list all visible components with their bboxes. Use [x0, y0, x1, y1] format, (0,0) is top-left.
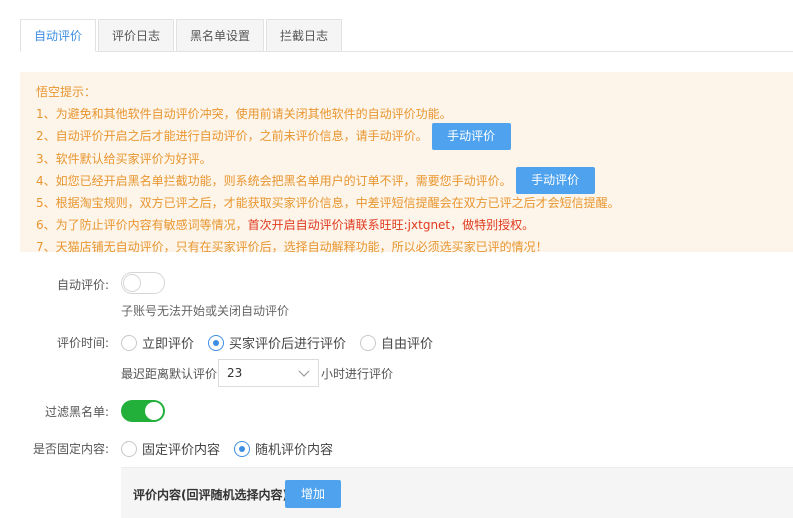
- filter-blacklist-toggle[interactable]: [121, 400, 165, 422]
- radio-after-buyer-review[interactable]: 买家评价后进行评价: [208, 333, 346, 352]
- radio-circle: [121, 440, 137, 457]
- tab-divider: [20, 51, 793, 52]
- add-content-button[interactable]: 增加: [285, 480, 341, 508]
- tip-line-6-text: 6、为了防止评价内容有敏感词等情况，: [36, 218, 248, 233]
- review-content-title: 评价内容(回评随机选择内容): [133, 488, 288, 502]
- tip-line-2-text: 2、自动评价开启之后才能进行自动评价，之前未评价信息，请手动评价。: [36, 129, 428, 144]
- tips-title: 悟空提示：: [36, 85, 97, 100]
- radio-label: 买家评价后进行评价: [229, 337, 347, 352]
- tip-line-4: 4、如您已经开启黑名单拦截功能，则系统会把黑名单用户的订单不评，需要您手动评价。…: [36, 167, 793, 195]
- tip-line-5: 5、根据淘宝规则，双方已评之后，才能获取买家评价信息，中差评短信提醒会在双方已评…: [36, 196, 620, 211]
- radio-label: 自由评价: [381, 337, 434, 352]
- delay-suffix: 小时进行评价: [321, 366, 394, 381]
- chevron-down-icon: [298, 370, 310, 377]
- review-time-label: 评价时间:: [56, 336, 109, 350]
- delay-hours-value: 23: [227, 366, 243, 380]
- filter-blacklist-label: 过滤黑名单:: [44, 405, 109, 419]
- toggle-knob: [145, 402, 163, 420]
- delay-hours-select[interactable]: 23: [218, 359, 320, 387]
- radio-label: 立即评价: [142, 337, 195, 352]
- tab-intercept-log[interactable]: 拦截日志: [266, 19, 343, 52]
- tip-line-7: 7、天猫店铺无自动评价，只有在买家评价后，选择自动解释功能，所以必须选买家已评的…: [36, 240, 548, 255]
- tip-line-3: 3、软件默认给买家评价为好评。: [36, 151, 212, 166]
- radio-circle-checked: [208, 334, 225, 351]
- tip-line-6-warning: 首次开启自动评价请联系旺旺:jxtgnet，做特别授权。: [247, 218, 535, 233]
- radio-random-content[interactable]: 随机评价内容: [234, 439, 333, 458]
- delay-row: 最迟距离默认评价 23 小时进行评价: [121, 359, 393, 387]
- radio-immediate-review[interactable]: 立即评价: [121, 333, 194, 352]
- review-time-options: 立即评价 买家评价后进行评价 自由评价: [121, 333, 447, 352]
- manual-review-button-2[interactable]: 手动评价: [515, 167, 595, 195]
- tab-auto-review[interactable]: 自动评价: [20, 19, 97, 52]
- tips-panel: 悟空提示： 1、为避免和其他软件自动评价冲突，使用前请关闭其他软件的自动评价功能…: [20, 72, 793, 254]
- toggle-knob: [123, 274, 141, 292]
- delay-prefix: 最迟距离默认评价: [121, 366, 218, 381]
- auto-review-hint: 子账号无法开始或关闭自动评价: [121, 304, 290, 318]
- radio-label: 固定评价内容: [142, 443, 221, 458]
- radio-circle: [360, 334, 377, 351]
- radio-fixed-content[interactable]: 固定评价内容: [121, 439, 220, 458]
- tab-bar: 自动评价 评价日志 黑名单设置 拦截日志: [20, 19, 344, 52]
- tip-line-1: 1、为避免和其他软件自动评价冲突，使用前请关闭其他软件的自动评价功能。: [36, 107, 452, 122]
- radio-circle-checked: [234, 440, 251, 457]
- auto-review-label: 自动评价:: [56, 278, 109, 292]
- tip-line-2: 2、自动评价开启之后才能进行自动评价，之前未评价信息，请手动评价。 手动评价: [36, 122, 793, 150]
- auto-review-toggle[interactable]: [121, 272, 165, 294]
- tab-blacklist-settings[interactable]: 黑名单设置: [176, 19, 265, 52]
- radio-label: 随机评价内容: [255, 443, 334, 458]
- tab-review-log[interactable]: 评价日志: [98, 19, 175, 52]
- fixed-content-options: 固定评价内容 随机评价内容: [121, 439, 347, 458]
- tip-line-6: 6、为了防止评价内容有敏感词等情况， 首次开启自动评价请联系旺旺:jxtgnet，…: [36, 214, 793, 236]
- radio-free-review[interactable]: 自由评价: [360, 333, 433, 352]
- manual-review-button[interactable]: 手动评价: [431, 122, 511, 150]
- radio-circle: [121, 334, 137, 351]
- fixed-content-label: 是否固定内容:: [32, 442, 109, 456]
- tip-line-4-text: 4、如您已经开启黑名单拦截功能，则系统会把黑名单用户的订单不评，需要您手动评价。: [36, 173, 512, 188]
- review-content-section: 评价内容(回评随机选择内容) 增加: [121, 467, 793, 518]
